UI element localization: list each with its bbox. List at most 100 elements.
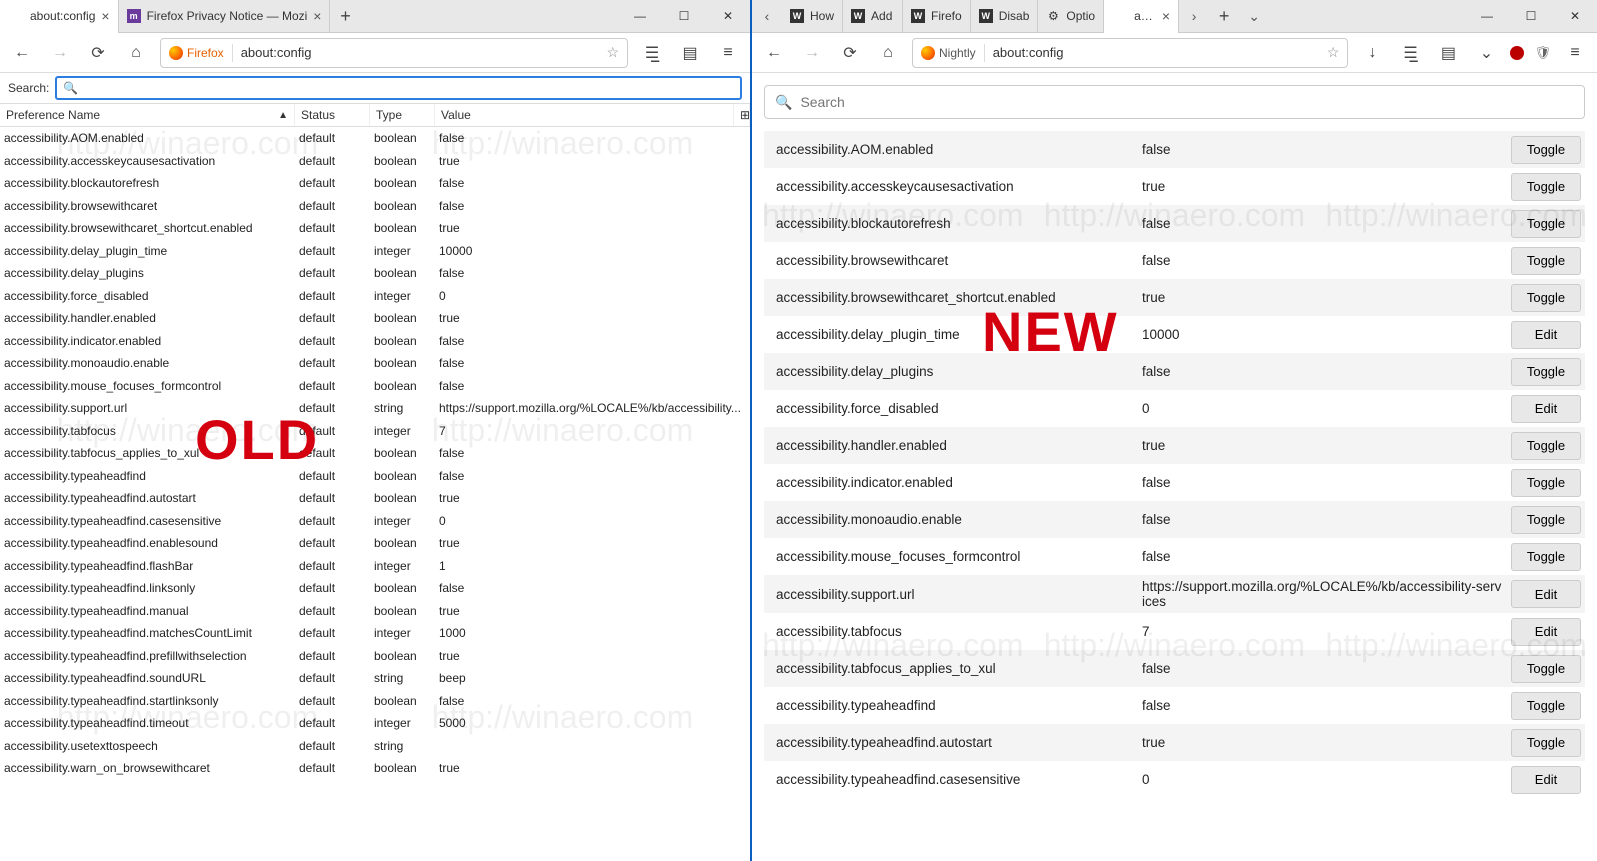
toggle-button[interactable]: Toggle	[1511, 469, 1581, 497]
tab-scroll-right[interactable]: ›	[1179, 8, 1209, 24]
col-picker[interactable]: ⊞	[734, 104, 750, 126]
reload-button[interactable]: ⟳	[836, 39, 864, 67]
toggle-button[interactable]: Toggle	[1511, 432, 1581, 460]
pref-table-body[interactable]: OLD accessibility.AOM.enableddefaultbool…	[0, 127, 750, 861]
toggle-button[interactable]: Toggle	[1511, 136, 1581, 164]
downloads-button[interactable]: ↓	[1358, 39, 1386, 67]
table-row[interactable]: accessibility.handler.enableddefaultbool…	[0, 307, 750, 330]
new-tab-button[interactable]: +	[330, 6, 360, 27]
table-row[interactable]: accessibility.typeaheadfind.manualdefaul…	[0, 600, 750, 623]
menu-button[interactable]: ≡	[1561, 39, 1589, 67]
table-row[interactable]: accessibility.typeaheadfind.soundURLdefa…	[0, 667, 750, 690]
close-window-button[interactable]: ✕	[1553, 0, 1597, 33]
sidebar-button[interactable]: ▤	[676, 39, 704, 67]
table-row[interactable]: accessibility.typeaheadfind.enablesoundd…	[0, 532, 750, 555]
toggle-button[interactable]: Toggle	[1511, 543, 1581, 571]
table-row[interactable]: accessibility.typeaheadfind.autostartdef…	[0, 487, 750, 510]
table-row[interactable]: accessibility.delay_pluginsdefaultboolea…	[0, 262, 750, 285]
edit-button[interactable]: Edit	[1511, 321, 1581, 349]
bookmark-star-icon[interactable]: ☆	[1327, 44, 1340, 61]
library-button[interactable]: ☰̲	[1396, 39, 1424, 67]
col-header-value[interactable]: Value	[435, 104, 734, 126]
table-row[interactable]: accessibility.delay_plugin_timedefaultin…	[0, 240, 750, 263]
back-button[interactable]: ←	[8, 39, 36, 67]
edit-button[interactable]: Edit	[1511, 395, 1581, 423]
browser-tab[interactable]: ⚙Optio	[1038, 0, 1104, 33]
col-header-type[interactable]: Type	[370, 104, 435, 126]
edit-button[interactable]: Edit	[1511, 580, 1581, 608]
close-icon[interactable]: ×	[1162, 8, 1170, 24]
col-header-status[interactable]: Status	[295, 104, 370, 126]
toggle-button[interactable]: Toggle	[1511, 692, 1581, 720]
table-row[interactable]: accessibility.typeaheadfinddefaultboolea…	[0, 465, 750, 488]
identity-box[interactable]: Nightly	[921, 46, 976, 60]
maximize-button[interactable]: ☐	[662, 0, 706, 33]
forward-button[interactable]: →	[46, 39, 74, 67]
forward-button[interactable]: →	[798, 39, 826, 67]
table-row[interactable]: accessibility.blockautorefreshdefaultboo…	[0, 172, 750, 195]
table-row[interactable]: accessibility.tabfocus_applies_to_xuldef…	[0, 442, 750, 465]
close-icon[interactable]: ×	[101, 8, 109, 24]
table-row[interactable]: accessibility.support.urldefaultstringht…	[0, 397, 750, 420]
toggle-button[interactable]: Toggle	[1511, 284, 1581, 312]
ublock-icon[interactable]	[1510, 46, 1524, 60]
pocket-button[interactable]: ⌄	[1472, 39, 1500, 67]
new-tab-button[interactable]: +	[1209, 6, 1239, 27]
tab-scroll-left[interactable]: ‹	[752, 8, 782, 24]
pref-list-body[interactable]: NEW accessibility.AOM.enabledfalseToggle…	[752, 131, 1597, 861]
table-row[interactable]: accessibility.typeaheadfind.prefillwiths…	[0, 645, 750, 668]
table-row[interactable]: accessibility.typeaheadfind.startlinkson…	[0, 690, 750, 713]
library-button[interactable]: ☰̲	[638, 39, 666, 67]
browser-tab[interactable]: about:config×	[0, 0, 119, 33]
table-row[interactable]: accessibility.warn_on_browsewithcaretdef…	[0, 757, 750, 780]
toggle-button[interactable]: Toggle	[1511, 655, 1581, 683]
close-window-button[interactable]: ✕	[706, 0, 750, 33]
menu-button[interactable]: ≡	[714, 39, 742, 67]
minimize-button[interactable]: —	[618, 0, 662, 33]
table-row[interactable]: accessibility.browsewithcaret_shortcut.e…	[0, 217, 750, 240]
table-row[interactable]: accessibility.tabfocusdefaultinteger7	[0, 420, 750, 443]
search-input[interactable]: 🔍	[55, 76, 742, 100]
table-row[interactable]: accessibility.accesskeycausesactivationd…	[0, 150, 750, 173]
close-icon[interactable]: ×	[313, 8, 321, 24]
table-row[interactable]: accessibility.usetexttospeechdefaultstri…	[0, 735, 750, 758]
table-row[interactable]: accessibility.force_disableddefaultinteg…	[0, 285, 750, 308]
shield-icon[interactable]: 🛡	[1534, 45, 1551, 61]
browser-tab[interactable]: WHow	[782, 0, 843, 33]
identity-box[interactable]: Firefox	[169, 46, 224, 60]
table-row[interactable]: accessibility.monoaudio.enabledefaultboo…	[0, 352, 750, 375]
table-row[interactable]: accessibility.typeaheadfind.casesensitiv…	[0, 510, 750, 533]
url-bar[interactable]: Firefox about:config ☆	[160, 38, 628, 68]
browser-tab[interactable]: WDisab	[971, 0, 1039, 33]
back-button[interactable]: ←	[760, 39, 788, 67]
table-row[interactable]: accessibility.browsewithcaretdefaultbool…	[0, 195, 750, 218]
browser-tab[interactable]: WAdd	[843, 0, 903, 33]
table-row[interactable]: accessibility.mouse_focuses_formcontrold…	[0, 375, 750, 398]
table-row[interactable]: accessibility.indicator.enableddefaultbo…	[0, 330, 750, 353]
bookmark-star-icon[interactable]: ☆	[606, 44, 619, 61]
home-button[interactable]: ⌂	[874, 39, 902, 67]
search-input[interactable]	[800, 94, 1574, 110]
toggle-button[interactable]: Toggle	[1511, 358, 1581, 386]
table-row[interactable]: accessibility.typeaheadfind.flashBardefa…	[0, 555, 750, 578]
all-tabs-dropdown[interactable]: ⌄	[1239, 8, 1269, 25]
table-row[interactable]: accessibility.typeaheadfind.matchesCount…	[0, 622, 750, 645]
col-header-name[interactable]: Preference Name▲	[0, 104, 295, 126]
toggle-button[interactable]: Toggle	[1511, 173, 1581, 201]
edit-button[interactable]: Edit	[1511, 766, 1581, 794]
browser-tab[interactable]: about:×	[1104, 0, 1179, 33]
sidebar-button[interactable]: ▤	[1434, 39, 1462, 67]
toggle-button[interactable]: Toggle	[1511, 729, 1581, 757]
home-button[interactable]: ⌂	[122, 39, 150, 67]
toggle-button[interactable]: Toggle	[1511, 247, 1581, 275]
minimize-button[interactable]: —	[1465, 0, 1509, 33]
url-bar[interactable]: Nightly about:config ☆	[912, 38, 1348, 68]
edit-button[interactable]: Edit	[1511, 618, 1581, 646]
browser-tab[interactable]: WFirefo	[903, 0, 971, 33]
browser-tab[interactable]: mFirefox Privacy Notice — Mozi×	[119, 0, 331, 33]
table-row[interactable]: accessibility.typeaheadfind.timeoutdefau…	[0, 712, 750, 735]
toggle-button[interactable]: Toggle	[1511, 506, 1581, 534]
maximize-button[interactable]: ☐	[1509, 0, 1553, 33]
table-row[interactable]: accessibility.typeaheadfind.linksonlydef…	[0, 577, 750, 600]
reload-button[interactable]: ⟳	[84, 39, 112, 67]
